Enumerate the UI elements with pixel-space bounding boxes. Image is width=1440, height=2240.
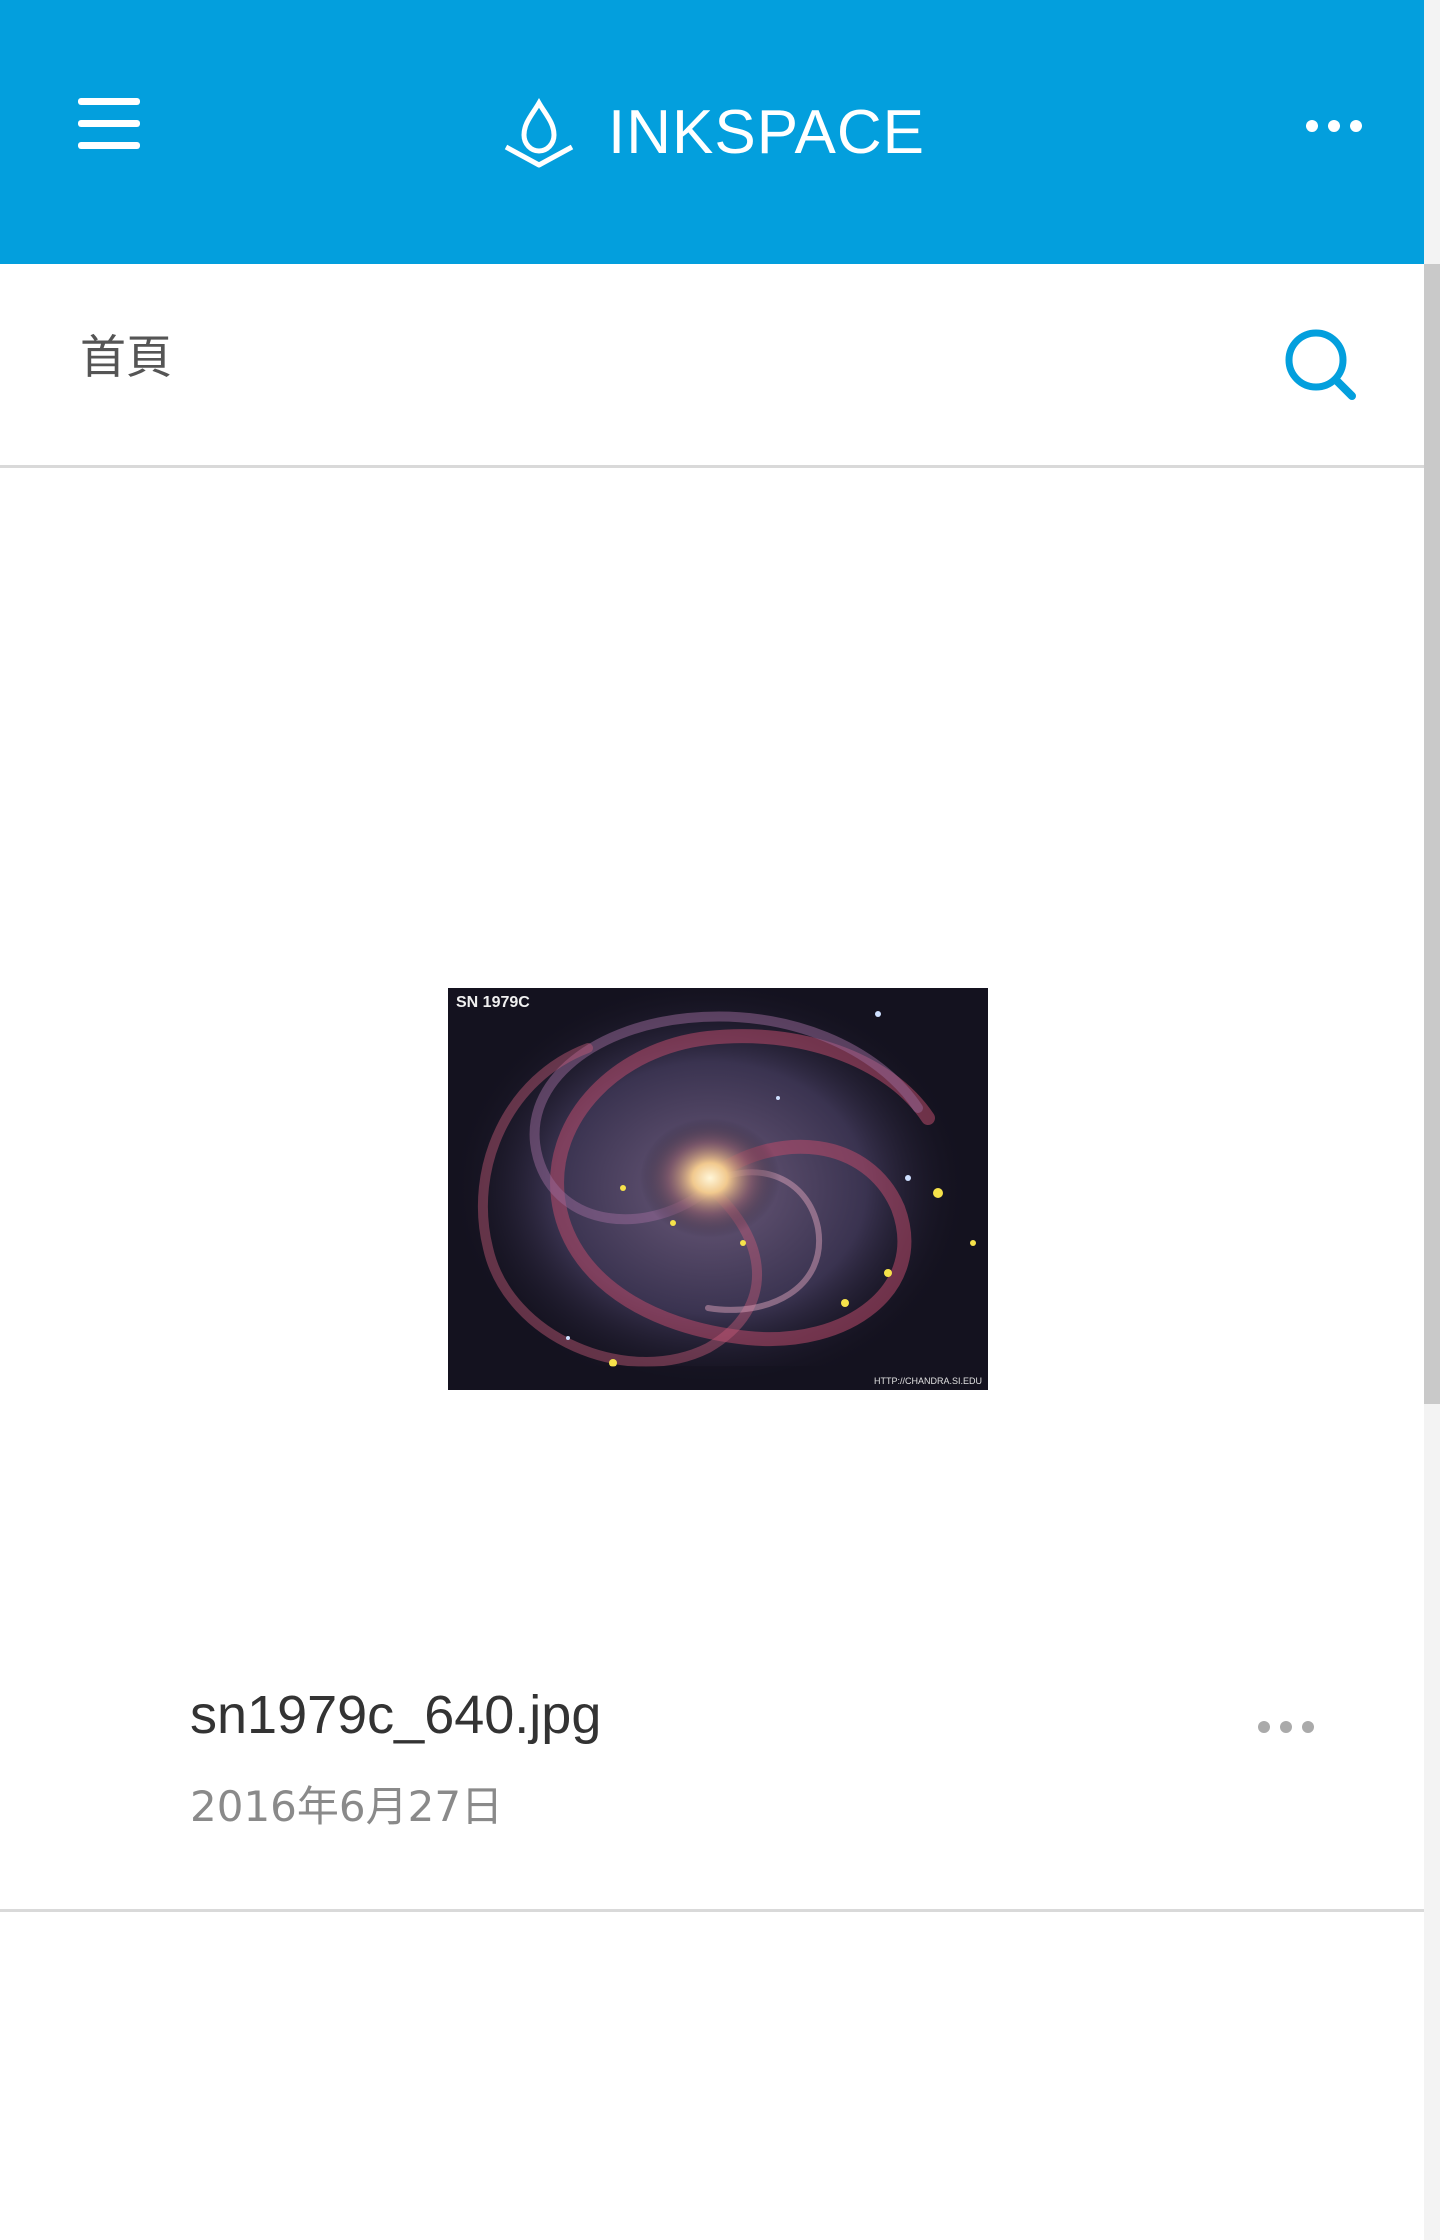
app-title: INKSPACE — [608, 98, 925, 167]
file-date: 2016年6月27日 — [190, 1782, 504, 1831]
thumbnail-caption: SN 1979C — [456, 994, 530, 1011]
file-name[interactable]: sn1979c_640.jpg — [190, 1688, 601, 1742]
hamburger-menu-icon[interactable] — [64, 84, 154, 168]
item-more-icon[interactable] — [1256, 1714, 1316, 1740]
app-bar: INKSPACE — [0, 0, 1424, 264]
scrollbar-thumb[interactable] — [1424, 264, 1440, 1404]
breadcrumb-home[interactable]: 首頁 — [80, 334, 172, 380]
thumbnail-credit: HTTP://CHANDRA.SI.EDU — [873, 1376, 982, 1386]
more-horizontal-icon[interactable] — [1296, 96, 1376, 156]
galaxy-image — [448, 988, 988, 1390]
inkspace-page: INKSPACE 首頁 SN 1979C HTTP://CHANDRA.SI.E… — [0, 0, 1440, 2240]
breadcrumb-bar: 首頁 — [0, 264, 1424, 468]
search-icon[interactable] — [1280, 324, 1360, 404]
app-logo: INKSPACE — [502, 88, 925, 178]
inkspace-drop-icon — [504, 98, 574, 168]
file-thumbnail[interactable]: SN 1979C HTTP://CHANDRA.SI.EDU — [448, 988, 988, 1390]
